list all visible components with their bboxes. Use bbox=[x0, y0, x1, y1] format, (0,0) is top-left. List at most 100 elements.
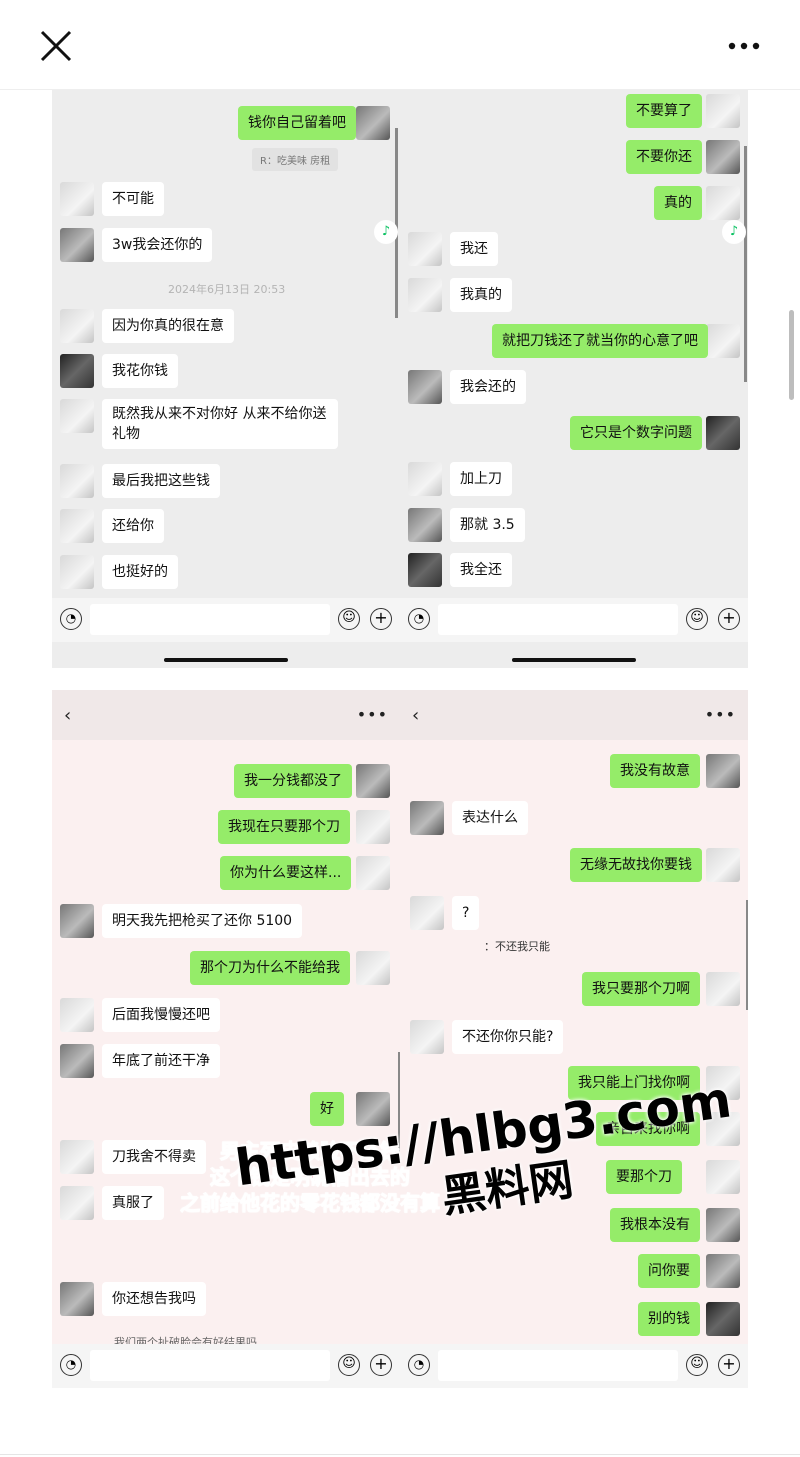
message-bubble: 我还 bbox=[450, 232, 498, 266]
avatar bbox=[408, 370, 442, 404]
avatar bbox=[60, 998, 94, 1032]
avatar bbox=[706, 1302, 740, 1336]
chat-panel-bottom-left: ‹ ••• 我一分钱都没了 我现在只要那个刀 你为什么要这样... 明天我先把枪… bbox=[52, 690, 400, 1388]
message-bubble: 不要你还 bbox=[626, 140, 702, 174]
plus-icon[interactable]: + bbox=[370, 608, 392, 630]
menu-icon[interactable]: ••• bbox=[705, 705, 736, 724]
message-input[interactable] bbox=[90, 1350, 330, 1381]
page-scrollbar[interactable] bbox=[789, 310, 794, 400]
avatar bbox=[60, 228, 94, 262]
message-bubble: 既然我从来不对你好 从来不给你送礼物 bbox=[102, 399, 338, 449]
music-note-icon[interactable]: ♪ bbox=[374, 220, 398, 244]
back-icon[interactable]: ‹ bbox=[412, 705, 419, 726]
message-bubble: 我一分钱都没了 bbox=[234, 764, 352, 798]
emoji-icon[interactable]: ☺ bbox=[338, 1354, 360, 1376]
message-bubble: 3w我会还你的 bbox=[102, 228, 213, 262]
message-bubble: 不要算了 bbox=[626, 94, 702, 128]
avatar bbox=[60, 904, 94, 938]
avatar bbox=[706, 1254, 740, 1288]
message-bubble: 我根本没有 bbox=[610, 1208, 700, 1242]
home-indicator bbox=[512, 658, 636, 662]
message-bubble: 我花你钱 bbox=[102, 354, 178, 388]
avatar bbox=[410, 896, 444, 930]
plus-icon[interactable]: + bbox=[370, 1354, 392, 1376]
message-bubble: 我真的 bbox=[450, 278, 512, 312]
quoted-message: R：吃美味 房租 bbox=[252, 148, 339, 171]
avatar bbox=[408, 278, 442, 312]
message-bubble: 真服了 bbox=[102, 1186, 164, 1220]
message-input[interactable] bbox=[90, 604, 330, 635]
emoji-icon[interactable]: ☺ bbox=[686, 1354, 708, 1376]
message-bubble: 你还想告我吗 bbox=[102, 1282, 206, 1316]
message-bubble: ? bbox=[452, 896, 480, 930]
avatar bbox=[356, 951, 390, 985]
top-bar bbox=[0, 0, 800, 90]
message-bubble: 我没有故意 bbox=[610, 754, 700, 788]
plus-icon[interactable]: + bbox=[718, 608, 740, 630]
avatar bbox=[408, 232, 442, 266]
message-bubble: 好 bbox=[310, 1092, 344, 1126]
message-bubble: 最后我把这些钱 bbox=[102, 464, 220, 498]
message-bubble: 年底了前还干净 bbox=[102, 1044, 220, 1078]
timestamp: 2024年6月13日 20:53 bbox=[168, 283, 286, 296]
avatar bbox=[60, 1140, 94, 1174]
avatar bbox=[706, 416, 740, 450]
menu-icon[interactable]: ••• bbox=[357, 705, 388, 724]
avatar bbox=[410, 1020, 444, 1054]
message-input[interactable] bbox=[438, 604, 678, 635]
avatar bbox=[706, 94, 740, 128]
music-note-icon[interactable]: ♪ bbox=[722, 220, 746, 244]
message-bubble: 就把刀钱还了就当你的心意了吧 bbox=[492, 324, 708, 358]
message-bubble: 我会还的 bbox=[450, 370, 526, 404]
quoted-message: ：不还我只能 bbox=[484, 940, 550, 953]
avatar bbox=[60, 182, 94, 216]
message-bubble: 也挺好的 bbox=[102, 555, 178, 589]
chat-panel-top-left: 钱你自己留着吧 R：吃美味 房租 不可能 3w我会还你的 2024年6月13日 … bbox=[52, 90, 400, 668]
back-icon[interactable]: ‹ bbox=[64, 705, 71, 726]
message-bubble: 加上刀 bbox=[450, 462, 512, 496]
avatar bbox=[408, 462, 442, 496]
chat-scrollbar bbox=[395, 128, 398, 318]
emoji-icon[interactable]: ☺ bbox=[686, 608, 708, 630]
avatar bbox=[706, 186, 740, 220]
avatar bbox=[706, 324, 740, 358]
emoji-icon[interactable]: ☺ bbox=[338, 608, 360, 630]
close-icon[interactable] bbox=[36, 26, 76, 66]
message-bubble: 它只是个数字问题 bbox=[570, 416, 702, 450]
message-bubble: 钱你自己留着吧 bbox=[238, 106, 356, 140]
avatar bbox=[356, 764, 390, 798]
avatar bbox=[60, 399, 94, 433]
avatar bbox=[706, 754, 740, 788]
voice-icon[interactable]: ◔ bbox=[60, 1354, 82, 1376]
plus-icon[interactable]: + bbox=[718, 1354, 740, 1376]
chat-input-bar: ◔ ☺ + bbox=[52, 598, 400, 642]
message-bubble: 问你要 bbox=[638, 1254, 700, 1288]
avatar bbox=[60, 1044, 94, 1078]
avatar bbox=[706, 972, 740, 1006]
avatar bbox=[356, 810, 390, 844]
message-bubble: 我全还 bbox=[450, 553, 512, 587]
avatar bbox=[60, 1282, 94, 1316]
avatar bbox=[706, 848, 740, 882]
chat-panel-top-right: 不要算了 不要你还 真的 我还 我真的 就把刀钱还了就当你的心意了吧 我会还的 … bbox=[400, 90, 748, 668]
message-bubble: 那就 3.5 bbox=[450, 508, 525, 542]
chat-header: ‹ ••• bbox=[52, 690, 400, 740]
avatar bbox=[60, 555, 94, 589]
avatar bbox=[60, 464, 94, 498]
message-bubble: 还给你 bbox=[102, 509, 164, 543]
avatar bbox=[356, 106, 390, 140]
message-bubble: 你为什么要这样... bbox=[220, 856, 352, 890]
message-bubble: 后面我慢慢还吧 bbox=[102, 998, 220, 1032]
message-bubble: 不可能 bbox=[102, 182, 164, 216]
voice-icon[interactable]: ◔ bbox=[408, 1354, 430, 1376]
message-bubble: 别的钱 bbox=[638, 1302, 700, 1336]
chat-scrollbar bbox=[744, 146, 747, 382]
message-input[interactable] bbox=[438, 1350, 678, 1381]
screenshot-top: 钱你自己留着吧 R：吃美味 房租 不可能 3w我会还你的 2024年6月13日 … bbox=[52, 90, 748, 668]
voice-icon[interactable]: ◔ bbox=[408, 608, 430, 630]
message-bubble: 表达什么 bbox=[452, 801, 528, 835]
voice-icon[interactable]: ◔ bbox=[60, 608, 82, 630]
avatar bbox=[60, 309, 94, 343]
message-bubble: 明天我先把枪买了还你 5100 bbox=[102, 904, 303, 938]
more-icon[interactable] bbox=[724, 28, 764, 64]
